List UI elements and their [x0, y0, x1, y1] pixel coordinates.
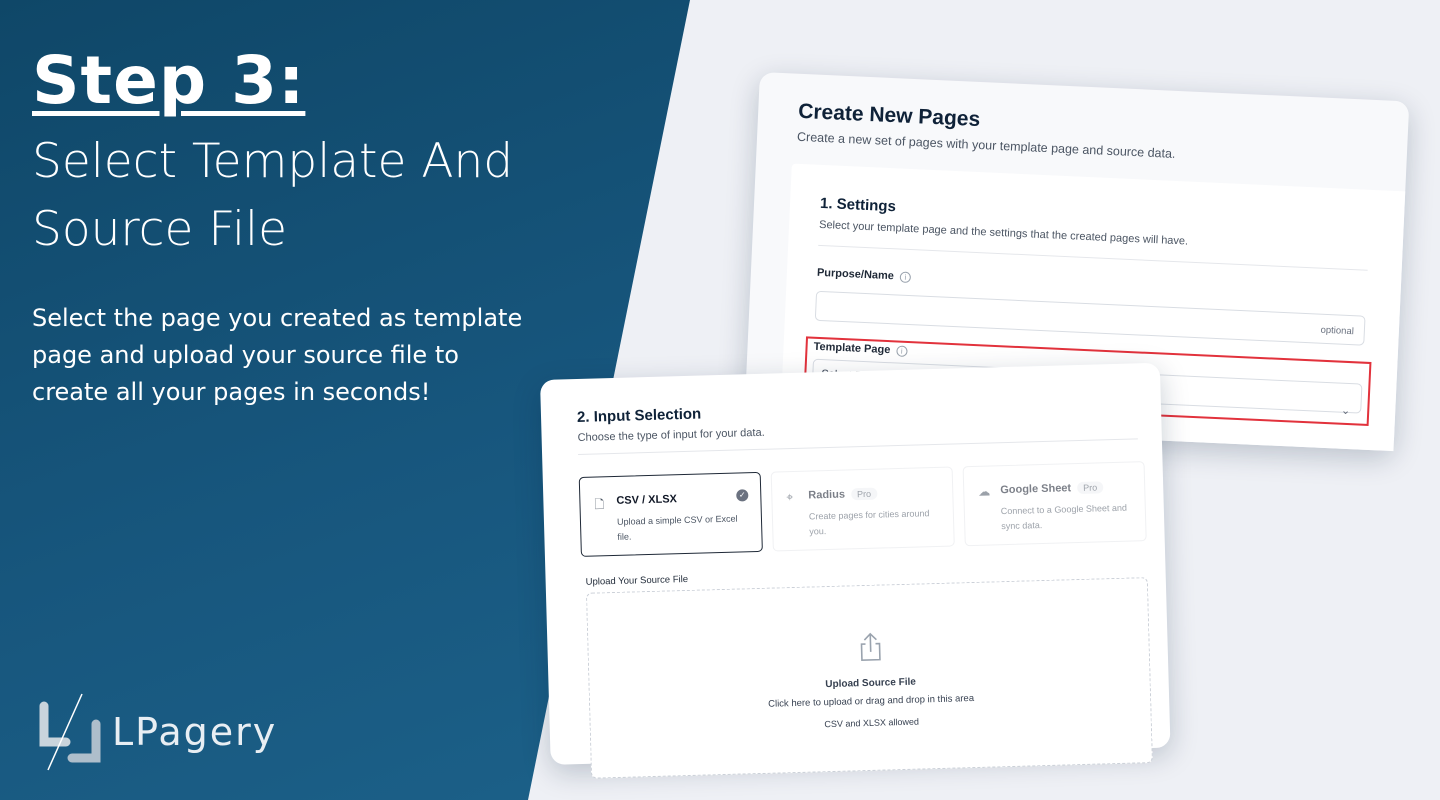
card-description: Create a new set of pages with your temp… [796, 129, 1176, 161]
brand-logo: LPagery [38, 692, 277, 772]
option-label-text: Google Sheet [1000, 482, 1072, 497]
pro-badge: Pro [850, 487, 878, 501]
option-csv-xlsx[interactable]: 🗋 CSV / XLSX ✓ Upload a simple CSV or Ex… [578, 471, 763, 557]
option-label: CSV / XLSX [616, 493, 678, 507]
hero-subtitle-line1: Select Template And [32, 134, 514, 189]
hero-subtitle: Select Template And Source File [32, 128, 572, 264]
input-description: Choose the type of input for your data. [577, 426, 765, 444]
option-label: Radius Pro [808, 487, 878, 502]
option-label: Google Sheet Pro [1000, 481, 1104, 497]
input-selection-card: 2. Input Selection Choose the type of in… [540, 362, 1171, 779]
check-icon: ✓ [736, 489, 749, 502]
optional-hint: optional [1320, 324, 1355, 338]
purpose-label: Purpose/Name i [816, 266, 912, 283]
brand-name: LPagery [112, 710, 278, 754]
hero-title: Step 3: [32, 42, 306, 119]
purpose-input[interactable]: optional [814, 290, 1366, 346]
option-description: Connect to a Google Sheet and sync data. [1000, 502, 1128, 532]
logo-mark-icon [39, 693, 101, 771]
option-google-sheet[interactable]: ☁ Google Sheet Pro Connect to a Google Sh… [962, 461, 1147, 547]
info-icon: i [899, 271, 912, 283]
option-description: Create pages for cities around you. [808, 508, 930, 537]
hero-body: Select the page you created as template … [32, 304, 523, 406]
pin-icon: ⌖ [786, 489, 794, 505]
chevron-down-icon: ⌄ [1340, 404, 1351, 418]
pro-badge: Pro [1076, 481, 1104, 495]
option-description: Upload a simple CSV or Excel file. [616, 513, 738, 542]
hero-subtitle-line2: Source File [32, 202, 288, 257]
purpose-label-text: Purpose/Name [816, 266, 895, 283]
cloud-icon: ☁ [978, 484, 991, 499]
input-title: 2. Input Selection [576, 405, 702, 426]
divider [818, 244, 1368, 271]
info-icon: i [896, 345, 908, 357]
file-icon: 🗋 [594, 497, 605, 512]
upload-label: Upload Your Source File [585, 573, 689, 588]
option-label-text: Radius [808, 488, 846, 502]
upload-hint: CSV and XLSX allowed [824, 716, 920, 730]
upload-icon [860, 632, 881, 661]
settings-title: 1. Settings [819, 194, 897, 216]
settings-description: Select your template page and the settin… [818, 218, 1189, 248]
option-radius[interactable]: ⌖ Radius Pro Create pages for cities arou… [770, 466, 955, 552]
card-title: Create New Pages [797, 99, 981, 132]
upload-dropzone[interactable]: Upload Source File Click here to upload … [585, 577, 1153, 779]
